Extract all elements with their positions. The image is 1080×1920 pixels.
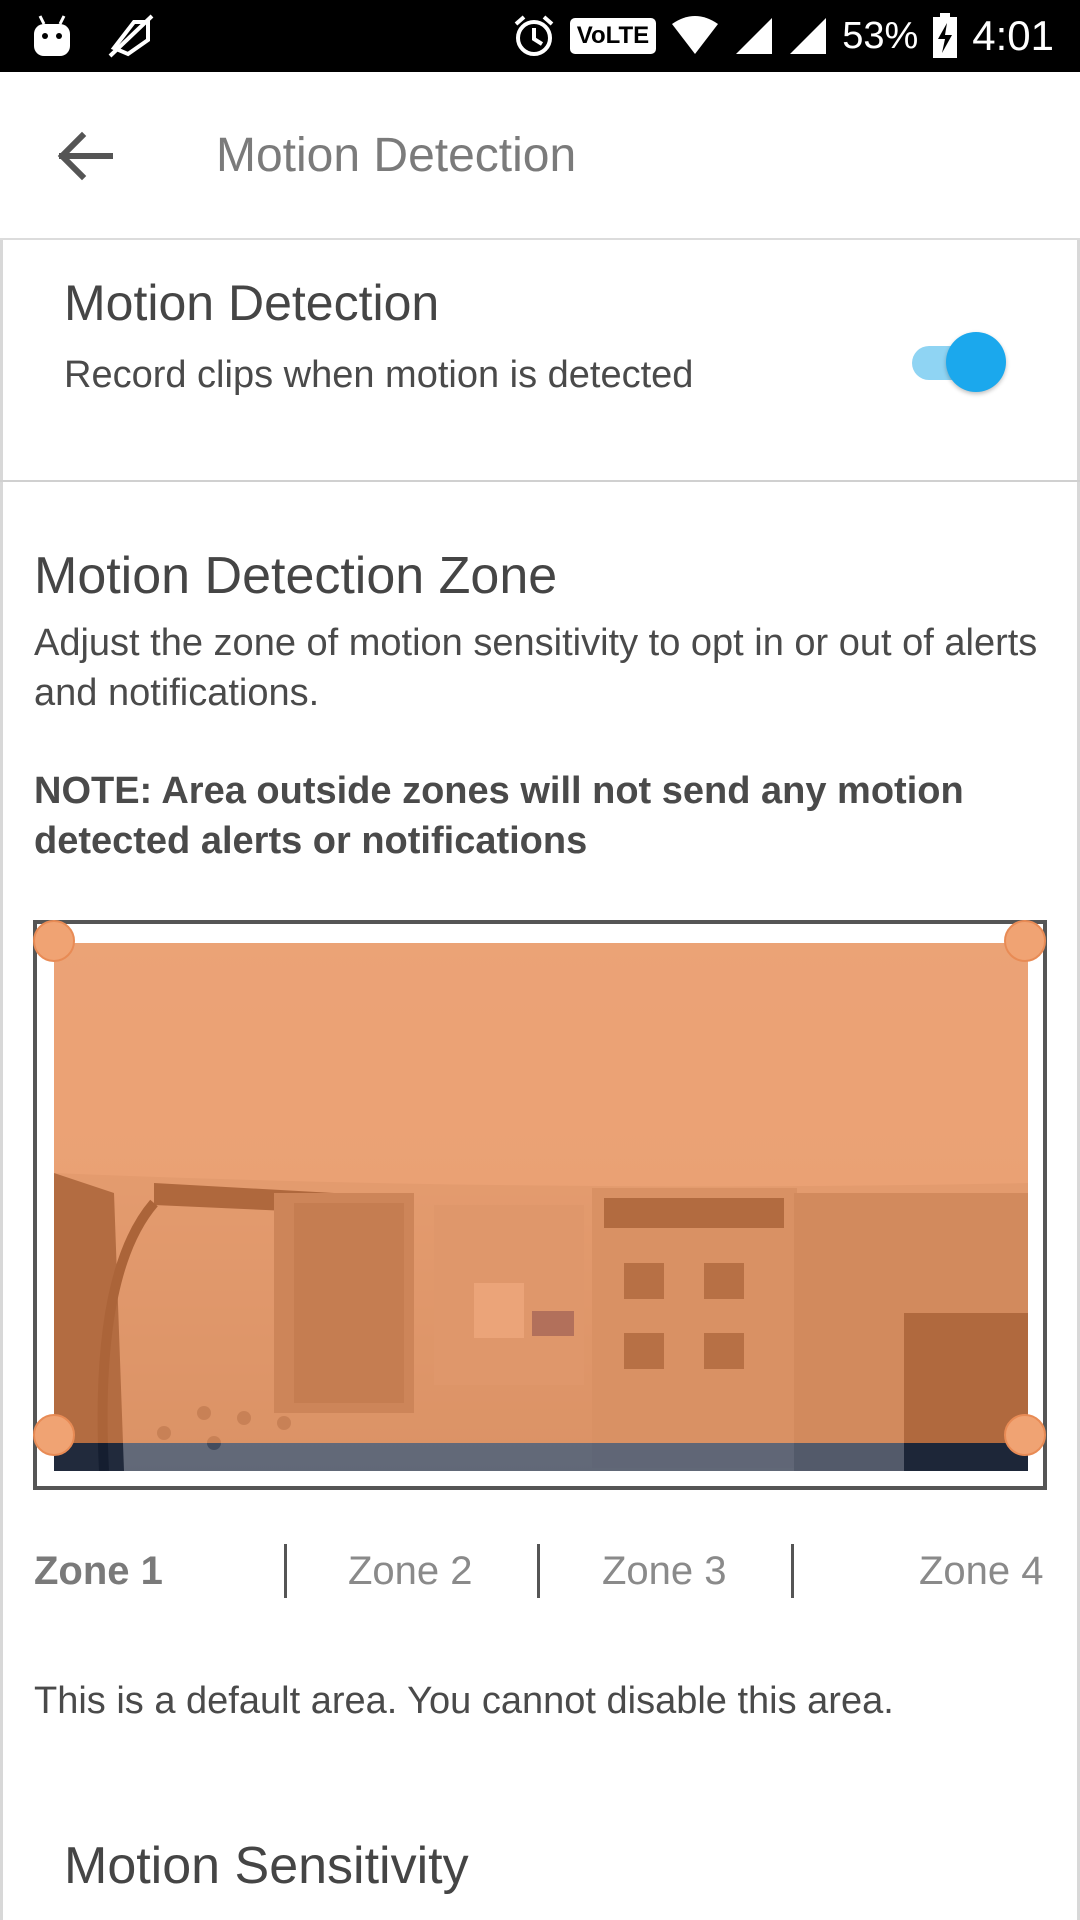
- clock: 4:01: [972, 12, 1054, 59]
- battery-charging-icon: [933, 13, 958, 58]
- tab-zone-3[interactable]: Zone 3: [602, 1540, 727, 1602]
- battery-percent: 53%: [842, 14, 919, 57]
- motion-sensitivity-title: Motion Sensitivity: [64, 1837, 469, 1895]
- camera-preview: [33, 920, 1047, 1490]
- zone-overlay: [54, 943, 1028, 1443]
- app-bar: Motion Detection: [0, 72, 1080, 240]
- camera-image: [54, 943, 1028, 1471]
- motion-detection-toggle[interactable]: [908, 332, 1008, 392]
- tab-divider: [791, 1544, 794, 1598]
- wifi-icon: [672, 16, 719, 54]
- tab-zone-4[interactable]: Zone 4: [919, 1540, 1044, 1602]
- page-title: Motion Detection: [216, 129, 577, 182]
- motion-detection-subtitle: Record clips when motion is detected: [64, 354, 694, 396]
- tab-divider: [284, 1544, 287, 1598]
- motion-detection-title: Motion Detection: [64, 275, 440, 331]
- zone-handle-bottom-left[interactable]: [33, 1414, 75, 1456]
- tab-zone-2[interactable]: Zone 2: [348, 1540, 473, 1602]
- signal-icon-2: [790, 18, 827, 54]
- zone-section-description: Adjust the zone of motion sensitivity to…: [34, 622, 1038, 714]
- zone-handle-bottom-right[interactable]: [1004, 1414, 1046, 1456]
- tab-divider: [537, 1544, 540, 1598]
- tab-zone-1[interactable]: Zone 1: [34, 1540, 163, 1602]
- volte-icon: VoLTE: [569, 18, 657, 54]
- zone-tabs: Zone 1 Zone 2 Zone 3 Zone 4: [34, 1540, 1046, 1602]
- signal-icon: [736, 18, 773, 54]
- zone-section-title: Motion Detection Zone: [34, 547, 558, 605]
- status-bar: VoLTE 53% 4:01: [0, 0, 1080, 72]
- default-area-text: This is a default area. You cannot disab…: [34, 1680, 894, 1722]
- no-sim-icon: [108, 14, 154, 58]
- alarm-icon: [514, 15, 554, 56]
- zone-handle-top-left[interactable]: [33, 920, 75, 962]
- motion-detection-row: Motion Detection Record clips when motio…: [0, 240, 1080, 482]
- android-icon: [34, 15, 70, 56]
- zone-section-note: NOTE: Area outside zones will not send a…: [34, 770, 964, 862]
- zone-handle-top-right[interactable]: [1004, 920, 1046, 962]
- back-arrow-icon[interactable]: [50, 126, 120, 186]
- toggle-knob: [946, 332, 1006, 392]
